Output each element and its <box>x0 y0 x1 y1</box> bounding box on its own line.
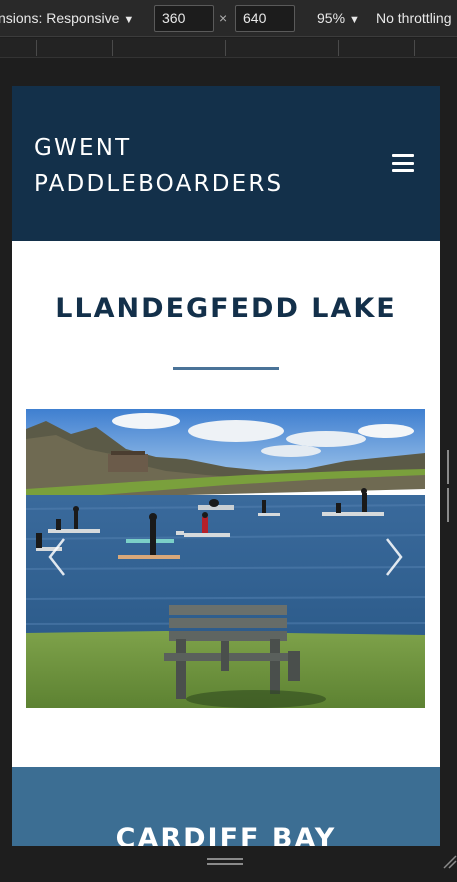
site-header: GWENT PADDLEBOARDERS <box>12 86 440 241</box>
dimensions-dropdown[interactable]: nsions: Responsive ▼ <box>0 0 134 37</box>
ruler-divider <box>414 40 415 56</box>
devtools-bottom-bar <box>0 846 457 882</box>
side-resize-handle-icon[interactable] <box>447 450 453 522</box>
section-title: LLANDEGFEDD LAKE <box>55 293 397 324</box>
image-carousel[interactable] <box>26 409 425 708</box>
chevron-right-icon[interactable] <box>379 535 409 579</box>
hamburger-menu-icon[interactable] <box>392 154 414 172</box>
resize-grip-icon[interactable] <box>207 858 243 865</box>
zoom-dropdown[interactable]: 95% ▼ <box>317 0 360 37</box>
brand-line-1: GWENT <box>34 135 132 161</box>
title-divider <box>173 367 279 370</box>
zoom-caret-icon: ▼ <box>349 14 360 26</box>
site-brand[interactable]: GWENT PADDLEBOARDERS <box>34 130 283 202</box>
throttling-dropdown[interactable]: No throttling <box>376 0 451 37</box>
devtools-toolbar: nsions: Responsive ▼ 360 × 640 95% ▼ No th… <box>0 0 457 37</box>
ruler-divider <box>225 40 226 56</box>
chevron-left-icon[interactable] <box>42 535 72 579</box>
times-separator: × <box>219 10 228 26</box>
device-viewport: GWENT PADDLEBOARDERS LLANDEGFEDD LAKE CA… <box>12 86 440 846</box>
viewport-width-input[interactable]: 360 <box>154 5 214 32</box>
next-section-title: CARDIFF BAY <box>115 823 337 846</box>
corner-resize-icon[interactable] <box>443 854 457 869</box>
ruler-divider <box>112 40 113 56</box>
ruler-divider <box>36 40 37 56</box>
cardiff-bay-section: CARDIFF BAY <box>12 767 440 846</box>
brand-line-2: PADDLEBOARDERS <box>34 171 284 197</box>
viewport-height-input[interactable]: 640 <box>235 5 295 32</box>
carousel-photo <box>26 409 425 708</box>
media-query-ruler[interactable] <box>0 38 457 58</box>
zoom-label: 95% <box>317 10 346 26</box>
dimensions-caret-icon: ▼ <box>123 14 135 26</box>
dimensions-label: nsions: Responsive <box>0 10 120 26</box>
ruler-divider <box>338 40 339 56</box>
